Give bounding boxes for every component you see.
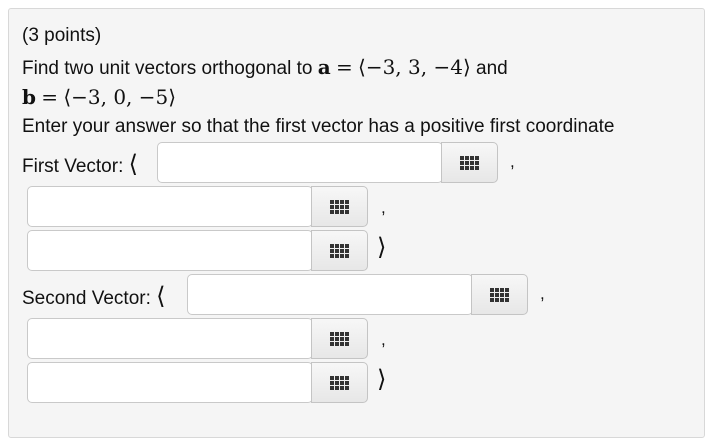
second-vector-comma-1: , bbox=[540, 284, 545, 303]
first-vector-x-keypad-button[interactable] bbox=[441, 142, 498, 183]
equals-sign-b: = bbox=[41, 85, 59, 109]
second-vector-label: Second Vector: bbox=[22, 288, 151, 309]
vector-a-symbol: a bbox=[317, 55, 331, 79]
problem-statement-line2: b = ⟨−3, 0, −5⟩ bbox=[22, 85, 176, 110]
first-vector-z-input[interactable] bbox=[27, 230, 313, 271]
second-vector-comma-2: , bbox=[381, 330, 386, 349]
keypad-grid-icon bbox=[460, 155, 479, 170]
keypad-grid-icon bbox=[330, 243, 349, 258]
second-vector-z-input[interactable] bbox=[27, 362, 313, 403]
and-text: and bbox=[476, 58, 508, 79]
keypad-grid-icon bbox=[490, 287, 509, 302]
first-vector-label-row: First Vector: ⟨ bbox=[22, 150, 138, 178]
first-vector-y-keypad-button[interactable] bbox=[311, 186, 368, 227]
vector-a-value: ⟨−3, 3, −4⟩ bbox=[358, 55, 471, 79]
second-vector-z-keypad-button[interactable] bbox=[311, 362, 368, 403]
second-vector-y-keypad-button[interactable] bbox=[311, 318, 368, 359]
second-vector-x-input[interactable] bbox=[187, 274, 473, 315]
keypad-grid-icon bbox=[330, 331, 349, 346]
prompt-prefix: Find two unit vectors orthogonal to bbox=[22, 58, 313, 79]
problem-statement-line1: Find two unit vectors orthogonal to a = … bbox=[22, 55, 508, 80]
first-vector-comma-2: , bbox=[381, 198, 386, 217]
first-vector-z-keypad-button[interactable] bbox=[311, 230, 368, 271]
equals-sign-a: = bbox=[335, 55, 353, 79]
vector-b-value: ⟨−3, 0, −5⟩ bbox=[63, 85, 177, 109]
points-label: (3 points) bbox=[22, 25, 102, 46]
first-vector-y-input[interactable] bbox=[27, 186, 313, 227]
second-vector-close-bracket: ⟩ bbox=[377, 365, 387, 393]
first-vector-comma-1: , bbox=[510, 152, 515, 171]
second-vector-label-row: Second Vector: ⟨ bbox=[22, 282, 166, 310]
keypad-grid-icon bbox=[330, 199, 349, 214]
instruction-text: Enter your answer so that the first vect… bbox=[22, 116, 615, 137]
vector-b-symbol: b bbox=[22, 85, 36, 109]
first-vector-close-bracket: ⟩ bbox=[377, 233, 387, 261]
second-vector-x-keypad-button[interactable] bbox=[471, 274, 528, 315]
second-vector-open-bracket: ⟨ bbox=[156, 282, 166, 310]
second-vector-y-input[interactable] bbox=[27, 318, 313, 359]
first-vector-label: First Vector: bbox=[22, 156, 124, 177]
keypad-grid-icon bbox=[330, 375, 349, 390]
first-vector-open-bracket: ⟨ bbox=[128, 150, 139, 178]
first-vector-x-input[interactable] bbox=[157, 142, 443, 183]
